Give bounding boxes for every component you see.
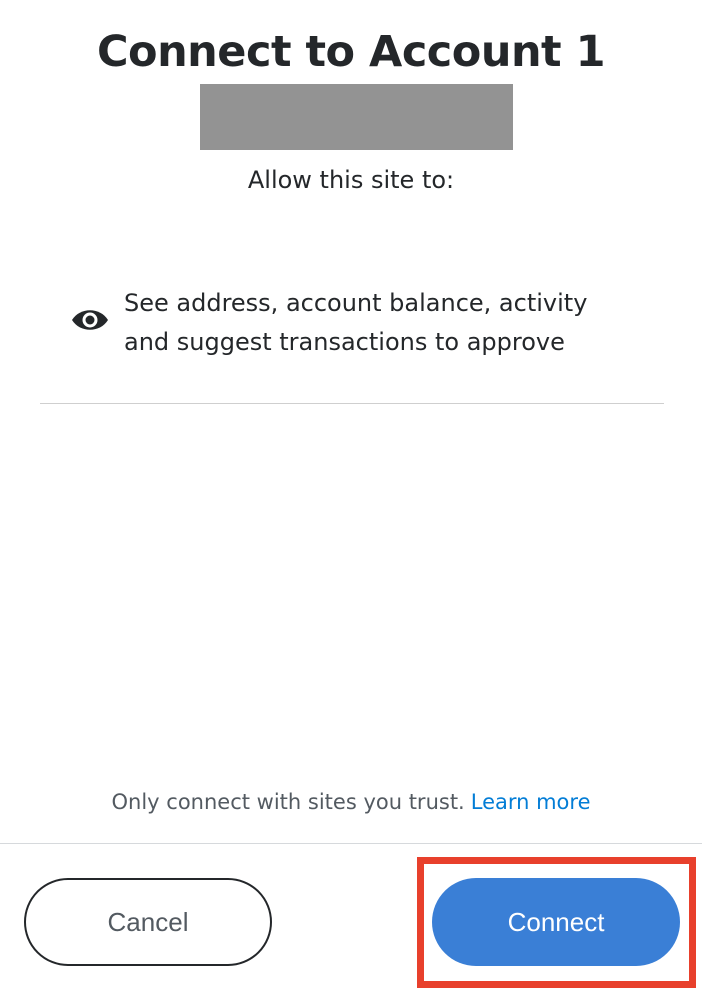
- trust-notice-text: Only connect with sites you trust.: [111, 790, 465, 814]
- permission-line-1: See address, account balance, activity: [124, 289, 588, 317]
- trust-notice: Only connect with sites you trust. Learn …: [0, 786, 702, 818]
- permission-item: See address, account balance, activity a…: [70, 284, 670, 366]
- cancel-button[interactable]: Cancel: [24, 878, 272, 966]
- allow-site-label: Allow this site to:: [247, 166, 455, 194]
- eye-icon: [70, 306, 110, 334]
- footer-divider: [0, 843, 702, 844]
- permission-description: See address, account balance, activity a…: [124, 284, 664, 362]
- permission-line-2: and suggest transactions to approve: [124, 328, 565, 356]
- learn-more-link[interactable]: Learn more: [471, 790, 591, 814]
- redacted-site-origin: [200, 84, 513, 150]
- divider: [40, 403, 664, 404]
- connect-button[interactable]: Connect: [432, 878, 680, 966]
- page-title: Connect to Account 1: [96, 27, 606, 77]
